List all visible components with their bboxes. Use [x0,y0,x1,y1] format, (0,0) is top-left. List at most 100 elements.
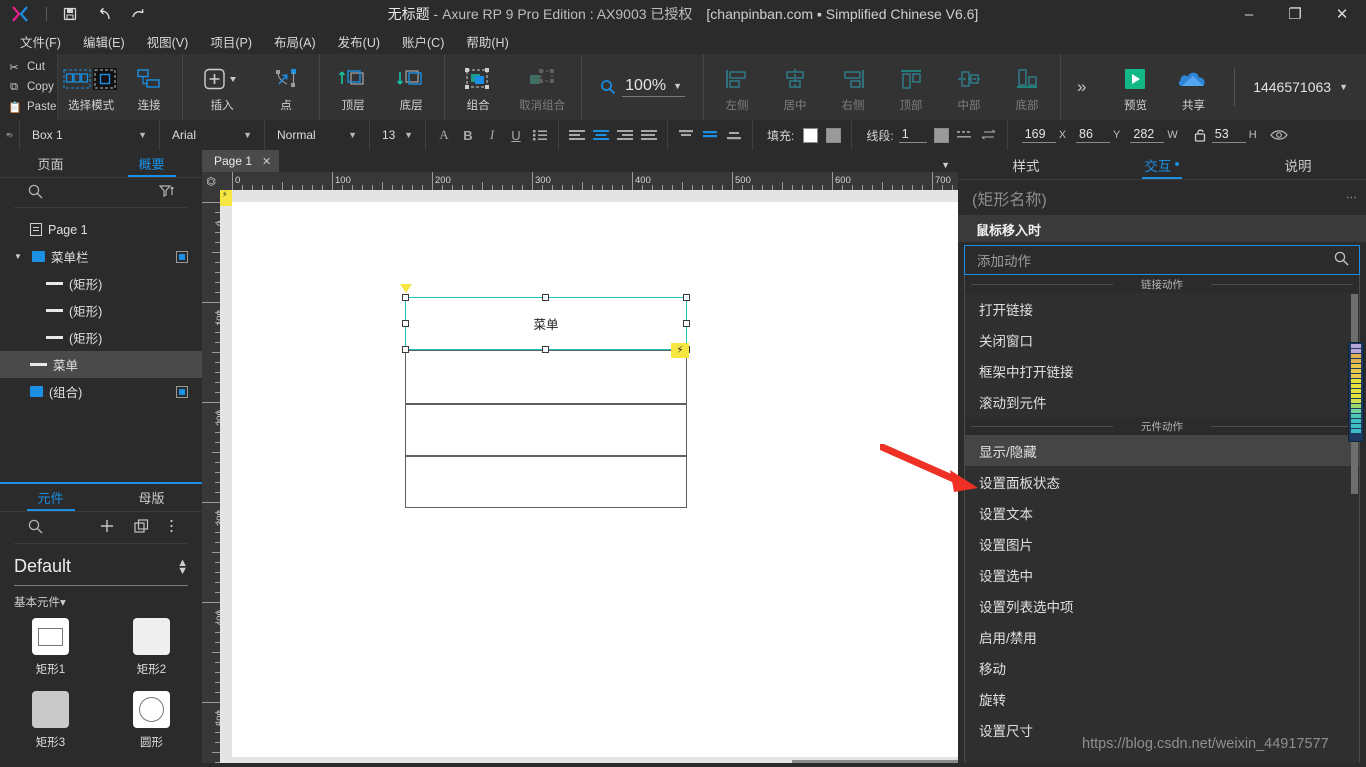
share-button[interactable]: 共享 [1164,54,1222,120]
align-left-button[interactable]: 左侧 [708,54,766,120]
align-text-justify-button[interactable] [637,124,661,146]
line-width-input[interactable]: 1 [898,127,927,143]
underline-button[interactable]: U [504,124,528,146]
visibility-badge[interactable] [176,385,188,398]
align-bottom-button[interactable]: 底部 [998,54,1056,120]
resize-handle-nw[interactable] [402,294,409,301]
align-middle-button[interactable]: 中部 [940,54,998,120]
font-family-select[interactable]: Arial ▼ [160,120,265,150]
italic-button[interactable]: I [480,124,504,146]
widget-rect3[interactable]: 矩形3 [0,691,101,750]
eye-icon[interactable] [1267,124,1291,146]
action-show-hide[interactable]: 显示/隐藏 [965,435,1359,466]
toolbar-overflow-button[interactable]: » [1061,54,1102,120]
tree-item-menu-selected[interactable]: 菜单 [0,351,202,378]
align-top-button[interactable]: 顶部 [882,54,940,120]
action-set-selected[interactable]: 设置选中 [965,559,1359,590]
resize-handle-sw[interactable] [402,346,409,353]
action-close-window[interactable]: 关闭窗口 [965,324,1359,355]
font-weight-select[interactable]: Normal ▼ [265,120,370,150]
action-list-dropdown[interactable]: 链接动作 打开链接 关闭窗口 框架中打开链接 滚动到元件 元件动作 显示/隐藏 … [964,275,1360,767]
action-set-panel-state[interactable]: 设置面板状态 [965,466,1359,497]
group-button[interactable]: 组合 [449,54,507,120]
menu-item-file[interactable]: 文件(F) [10,29,71,54]
resize-handle-e[interactable] [683,319,690,327]
font-size-select[interactable]: 13 ▼ [370,120,426,150]
x-position-input[interactable]: 169 [1021,127,1056,143]
line-style-button[interactable] [953,124,977,146]
align-text-left-button[interactable] [565,124,589,146]
widget-name-input[interactable]: (矩形名称) [972,186,1047,210]
preview-button[interactable]: 预览 [1106,54,1164,120]
more-icon[interactable] [169,519,174,536]
valign-top-button[interactable] [674,124,698,146]
tab-pages[interactable]: 页面 [0,150,101,177]
close-icon[interactable]: ✕ [262,155,271,168]
event-row-mouseenter[interactable]: 鼠标移入时 [958,216,1366,242]
visibility-badge[interactable] [176,250,188,263]
action-open-link[interactable]: 打开链接 [965,293,1359,324]
point-button[interactable]: 点 [257,54,315,120]
menu-item-rect-3[interactable] [405,456,687,508]
action-rotate[interactable]: 旋转 [965,683,1359,714]
widget-rect1[interactable]: 矩形1 [0,618,101,677]
resize-handle-w[interactable] [402,319,409,327]
menu-item-help[interactable]: 帮助(H) [456,29,518,54]
resize-handle-n[interactable] [542,294,549,301]
page-tab-page1[interactable]: Page 1 ✕ [202,150,280,172]
valign-middle-button[interactable] [698,124,722,146]
tree-item-rect-3[interactable]: (矩形) [0,324,202,351]
line-arrow-button[interactable] [977,124,1001,146]
resize-handle-s[interactable] [542,346,549,353]
connect-button[interactable]: 连接 [120,54,178,120]
bullet-list-button[interactable] [528,124,552,146]
valign-bottom-button[interactable] [722,124,746,146]
zoom-control[interactable]: 100% ▼ [586,77,699,97]
y-position-input[interactable]: 86 [1076,127,1111,143]
tree-item-page1[interactable]: Page 1 [0,216,202,243]
ruler-origin-button[interactable]: ⏣ [202,172,220,190]
tree-item-rect-2[interactable]: (矩形) [0,297,202,324]
chevron-down-icon[interactable]: ▼ [14,252,26,261]
tab-outline[interactable]: 概要 [101,150,202,177]
align-center-button[interactable]: 居中 [766,54,824,120]
menu-item-view[interactable]: 视图(V) [137,29,199,54]
close-button[interactable]: ✕ [1318,0,1366,28]
copy-button[interactable]: ⧉ Copy [8,77,57,97]
action-enable-disable[interactable]: 启用/禁用 [965,621,1359,652]
fill-color-swatch[interactable] [803,127,819,143]
undo-icon[interactable] [87,0,121,28]
search-icon[interactable] [1334,251,1349,269]
align-right-button[interactable]: 右侧 [824,54,882,120]
interaction-color-scrollbar[interactable] [1348,342,1364,442]
font-color-button[interactable]: A [432,124,456,146]
action-move[interactable]: 移动 [965,652,1359,683]
maximize-button[interactable]: ❐ [1272,0,1318,28]
action-scroll-to-widget[interactable]: 滚动到元件 [965,386,1359,417]
menu-item-rect-2[interactable] [405,404,687,456]
height-input[interactable]: 53 [1211,127,1246,143]
action-set-list-selection[interactable]: 设置列表选中项 [965,590,1359,621]
save-icon[interactable] [53,0,87,28]
width-input[interactable]: 282 [1130,127,1165,143]
library-category-header[interactable]: 基本元件▾ [0,586,202,614]
resize-handle-ne[interactable] [683,294,690,301]
tree-item-group[interactable]: (组合) [0,378,202,405]
align-text-right-button[interactable] [613,124,637,146]
menu-item-publish[interactable]: 发布(U) [328,29,390,54]
tree-item-rect-1[interactable]: (矩形) [0,270,202,297]
page-surface[interactable]: 菜单 ⚡ [232,202,958,757]
action-set-image[interactable]: 设置图片 [965,528,1359,559]
tab-widgets[interactable]: 元件 [0,484,101,511]
chevron-down-icon[interactable]: ▼ [941,160,950,170]
canvas-scroll-area[interactable]: 菜单 ⚡ [220,190,958,767]
menu-item-account[interactable]: 账户(C) [392,29,454,54]
add-action-input[interactable]: 添加动作 [964,245,1360,275]
tab-notes[interactable]: 说明 [1230,150,1366,179]
style-name-select[interactable]: Box 1 ▼ [20,120,160,150]
tree-item-menubar[interactable]: ▼ 菜单栏 [0,243,202,270]
widget-rect2[interactable]: 矩形2 [101,618,202,677]
library-selector[interactable]: Default ▲ ▼ [14,548,188,586]
search-icon[interactable] [28,184,43,202]
plus-icon[interactable] [100,519,114,536]
